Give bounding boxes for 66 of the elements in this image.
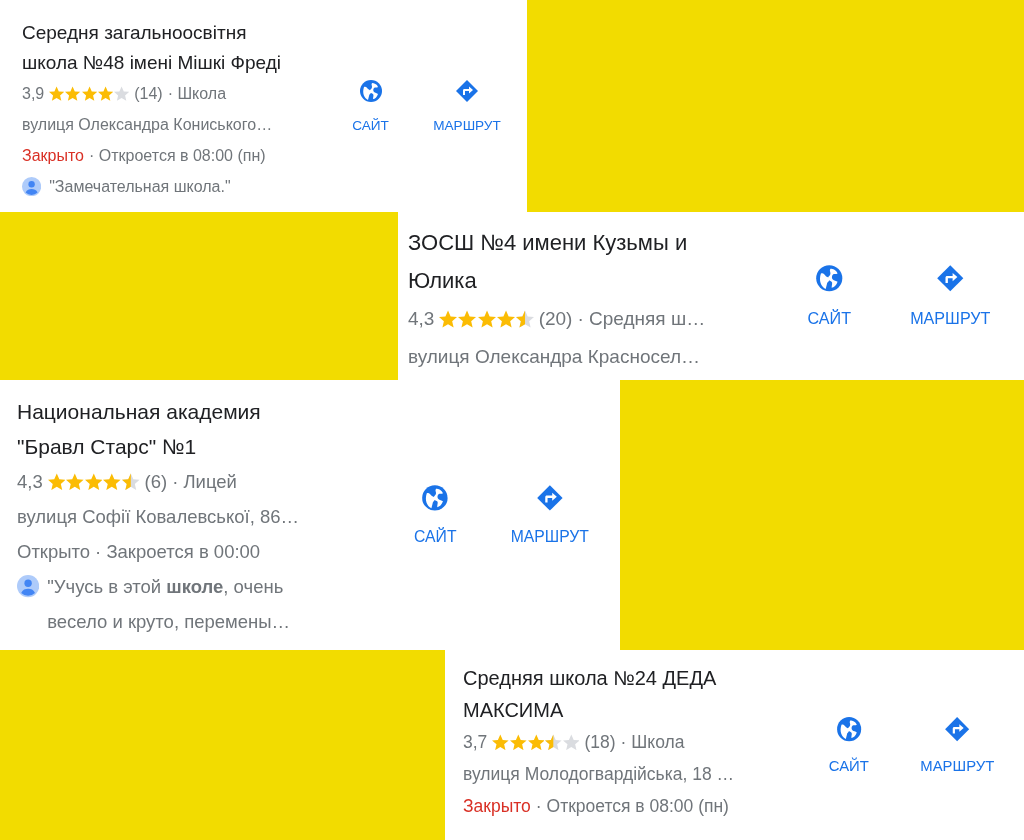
open-status: Закрыто [22,146,84,166]
globe-icon [815,263,844,293]
directions-icon [936,263,965,293]
globe-icon [835,716,862,743]
directions-button[interactable]: МАРШРУТ [506,479,593,551]
star-icon [509,733,527,751]
website-button[interactable]: САЙТ [410,479,461,551]
star-icon [49,85,65,102]
website-button[interactable]: САЙТ [348,75,393,137]
directions-button[interactable]: МАРШРУТ [906,259,995,333]
star-icon [47,472,66,491]
rating-value: 3,7 [463,731,488,754]
place-title: Средняя школа №24 ДЕДА МАКСИМА [463,666,718,723]
place-category: · Средняя ш… [577,307,706,331]
place-category: · Школа [167,84,227,104]
website-button[interactable]: САЙТ [824,712,873,778]
website-button[interactable]: САЙТ [803,259,856,333]
review-count: (6) [144,470,168,494]
star-icon [65,85,81,102]
star-icon [545,733,562,751]
star-icon [527,733,545,751]
directions-icon [944,716,971,743]
place-address: вулиця Олександра Кониського… [22,115,274,135]
open-status: Открыто [17,540,91,564]
star-icon [81,85,97,102]
rating-value: 4,3 [408,307,435,331]
rating-value: 3,9 [22,84,45,104]
directions-icon [455,79,479,104]
star-icon [66,472,84,491]
globe-icon [421,483,450,512]
place-category: · Лицей [172,470,237,494]
place-title: Национальная академия "Бравл Старс" №1 [17,399,262,460]
star-icon [477,309,496,328]
directions-button[interactable]: МАРШРУТ [916,712,999,778]
star-icon [439,309,458,328]
hours-text: · Откроется в 08:00 (пн) [535,795,729,818]
review-count: (20) [538,307,573,331]
avatar-icon [22,176,42,197]
star-icon [562,733,580,751]
globe-icon [358,79,383,104]
place-address: вулиця Молодогвардійська, 18 … [463,763,736,786]
place-address: вулиця Олександра Красносел… [408,345,701,369]
review-snippet: "Учусь в этой школе, очень весело и круто, перемены… [47,575,292,634]
star-icon [496,309,515,328]
review-count: (18) [584,731,616,754]
review-snippet: "Замечательная школа." [49,177,232,197]
place-category: · Школа [620,731,685,754]
hours-text: · Откроется в 08:00 (пн) [89,146,266,166]
star-icon [97,85,113,102]
avatar-icon [17,575,40,598]
star-icon [103,472,121,491]
star-icon [458,309,477,328]
rating-value: 4,3 [17,470,43,494]
open-status: Закрыто [463,795,531,818]
star-icon [84,472,103,491]
review-count: (14) [134,84,163,104]
place-title: Середня загальноосвітня школа №48 імені Мішкі Фреді [22,21,283,75]
directions-button[interactable]: МАРШРУТ [429,75,505,137]
place-address: вулиця Софії Ковалевської, 86… [17,505,301,529]
hours-text: · Закроется в 00:00 [95,540,261,564]
place-title: ЗОСШ №4 имени Кузьмы и Юлика [408,229,689,295]
star-icon [515,309,534,328]
star-icon [492,733,509,751]
star-icon [121,472,140,491]
star-icon [114,85,130,102]
directions-icon [535,483,564,512]
